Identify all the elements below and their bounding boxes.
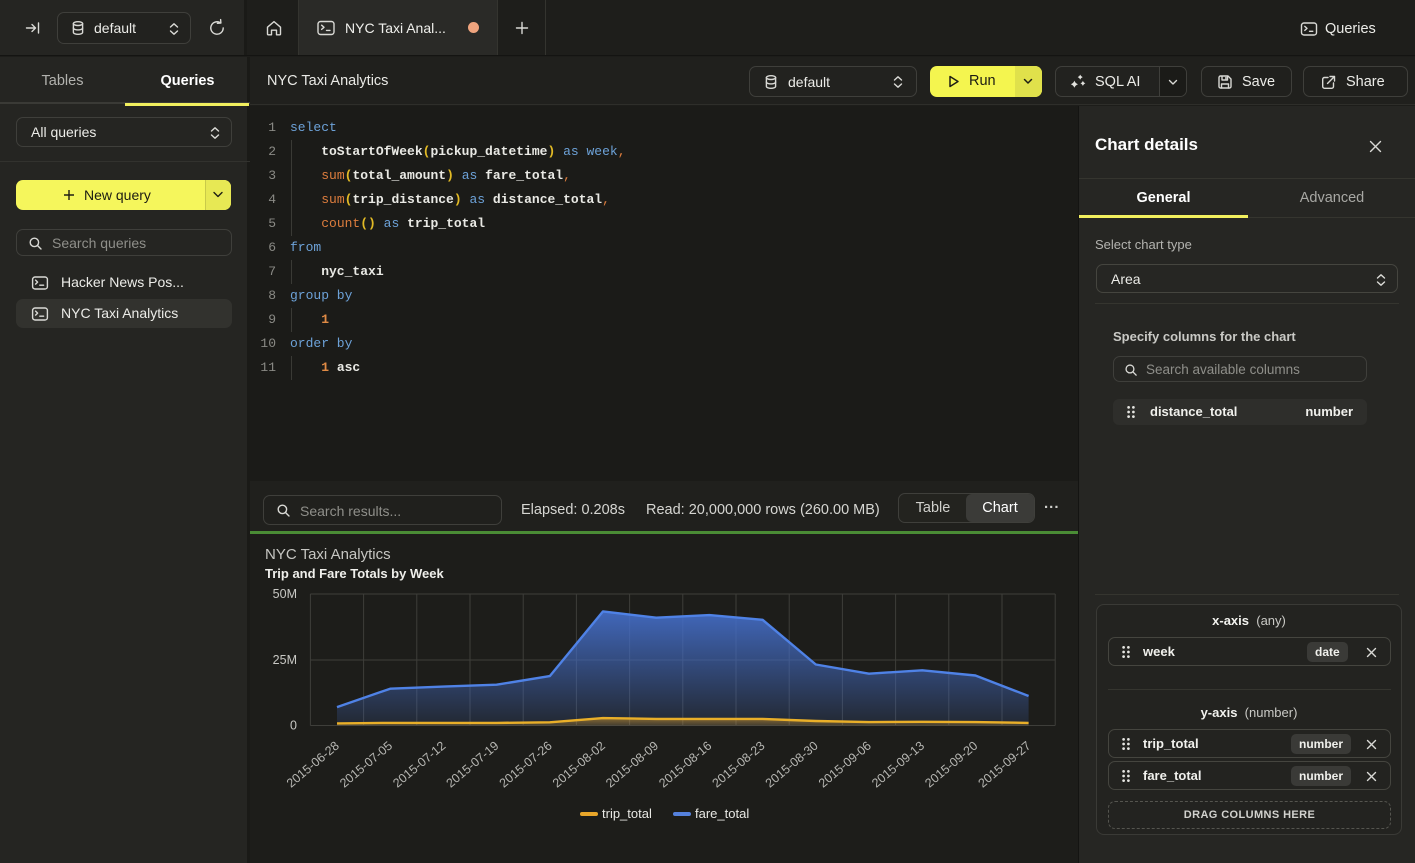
svg-text:2015-09-20: 2015-09-20 — [922, 739, 980, 791]
svg-text:2015-09-06: 2015-09-06 — [816, 739, 874, 791]
svg-text:25M: 25M — [273, 653, 297, 667]
svg-text:2015-08-23: 2015-08-23 — [710, 739, 768, 791]
svg-text:2015-08-30: 2015-08-30 — [763, 739, 821, 791]
svg-text:2015-07-12: 2015-07-12 — [390, 739, 448, 791]
svg-text:2015-06-28: 2015-06-28 — [284, 739, 342, 791]
svg-text:2015-09-13: 2015-09-13 — [869, 739, 927, 791]
svg-text:2015-07-26: 2015-07-26 — [497, 739, 555, 791]
svg-text:2015-08-16: 2015-08-16 — [656, 739, 714, 791]
svg-text:50M: 50M — [273, 587, 297, 601]
svg-text:2015-09-27: 2015-09-27 — [976, 739, 1034, 791]
svg-text:2015-07-05: 2015-07-05 — [337, 739, 395, 791]
svg-text:0: 0 — [290, 719, 297, 733]
svg-text:2015-08-09: 2015-08-09 — [603, 739, 661, 791]
svg-text:2015-08-02: 2015-08-02 — [550, 739, 608, 791]
svg-text:2015-07-19: 2015-07-19 — [444, 739, 502, 791]
